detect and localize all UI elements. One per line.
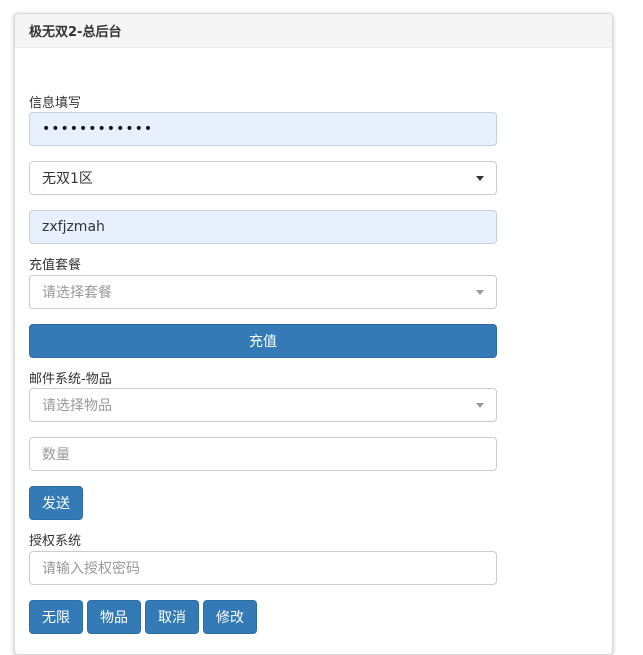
recharge-button[interactable]: 充值 <box>29 324 497 358</box>
auth-password-placeholder: 请输入授权密码 <box>42 561 140 577</box>
account-value: zxfjzmah <box>42 219 105 235</box>
password-field[interactable]: •••••••••••• <box>29 112 497 146</box>
package-select[interactable]: 请选择套餐 <box>29 275 497 309</box>
auth-section-label: 授权系统 <box>29 534 82 549</box>
cancel-button[interactable]: 取消 <box>145 600 199 634</box>
server-select[interactable]: 无双1区 <box>29 161 497 195</box>
recharge-section-label: 充值套餐 <box>29 258 82 273</box>
item-button[interactable]: 物品 <box>87 600 141 634</box>
admin-panel: 极无双2-总后台 信息填写 •••••••••••• 无双1区 zxfjzmah… <box>14 13 613 655</box>
send-button[interactable]: 发送 <box>29 486 83 520</box>
item-placeholder: 请选择物品 <box>42 398 112 414</box>
package-placeholder: 请选择套餐 <box>42 285 112 301</box>
item-select[interactable]: 请选择物品 <box>29 388 497 422</box>
chevron-down-icon <box>476 176 484 181</box>
panel-title: 极无双2-总后台 <box>15 14 612 48</box>
info-section-label: 信息填写 <box>29 96 82 111</box>
modify-button[interactable]: 修改 <box>203 600 257 634</box>
password-value: •••••••••••• <box>42 121 154 137</box>
unlimited-button[interactable]: 无限 <box>29 600 83 634</box>
quantity-placeholder: 数量 <box>42 447 70 463</box>
chevron-down-icon <box>476 403 484 408</box>
account-field[interactable]: zxfjzmah <box>29 210 497 244</box>
server-select-value: 无双1区 <box>42 171 93 187</box>
mail-section-label: 邮件系统-物品 <box>29 372 112 387</box>
quantity-input[interactable]: 数量 <box>29 437 497 471</box>
chevron-down-icon <box>476 290 484 295</box>
auth-password-input[interactable]: 请输入授权密码 <box>29 551 497 585</box>
